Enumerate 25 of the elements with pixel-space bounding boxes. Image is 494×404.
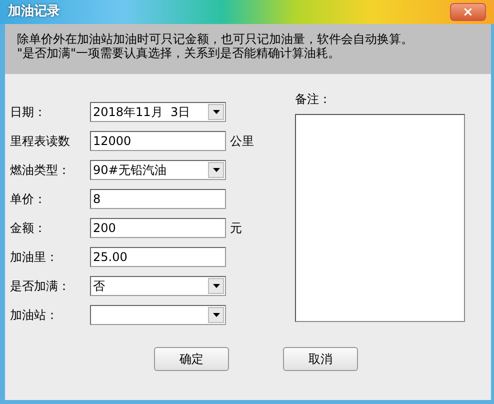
input-field[interactable]: 200	[90, 218, 226, 238]
cancel-button[interactable]: 取消	[283, 347, 358, 371]
dropdown[interactable]: 90#无铅汽油	[90, 160, 226, 180]
info-text: 除单价外在加油站加油时可只记金额，也可只记加油量，软件会自动换算。	[17, 32, 414, 46]
unit-label: 公里	[230, 133, 254, 150]
input-field[interactable]: 8	[90, 189, 226, 209]
dropdown[interactable]: 否	[90, 276, 226, 296]
notes-field[interactable]	[295, 114, 465, 322]
window-title: 加油记录	[8, 3, 60, 22]
info-text: "是否加满"一项需要认真选择，关系到是否能精确计算油耗。	[17, 46, 342, 60]
unit-label: 元	[230, 220, 242, 237]
field-label: 单价：	[10, 191, 47, 208]
field-label: 是否加满：	[10, 278, 71, 295]
field-label: 燃油类型：	[10, 162, 71, 179]
ok-button[interactable]: 确定	[154, 347, 229, 371]
input-field[interactable]: 25.00	[90, 247, 226, 267]
field-label: 加油里：	[10, 249, 59, 266]
input-field[interactable]: 12000	[90, 131, 226, 151]
field-label: 加油站：	[10, 307, 59, 324]
field-label: 日期：	[10, 104, 47, 121]
field-label: 里程表读数	[10, 133, 71, 150]
field-label: 金额：	[10, 220, 47, 237]
dropdown[interactable]	[90, 305, 226, 325]
notes-label: 备注：	[295, 91, 332, 108]
dropdown[interactable]: 2018年11月 3日	[90, 102, 226, 122]
